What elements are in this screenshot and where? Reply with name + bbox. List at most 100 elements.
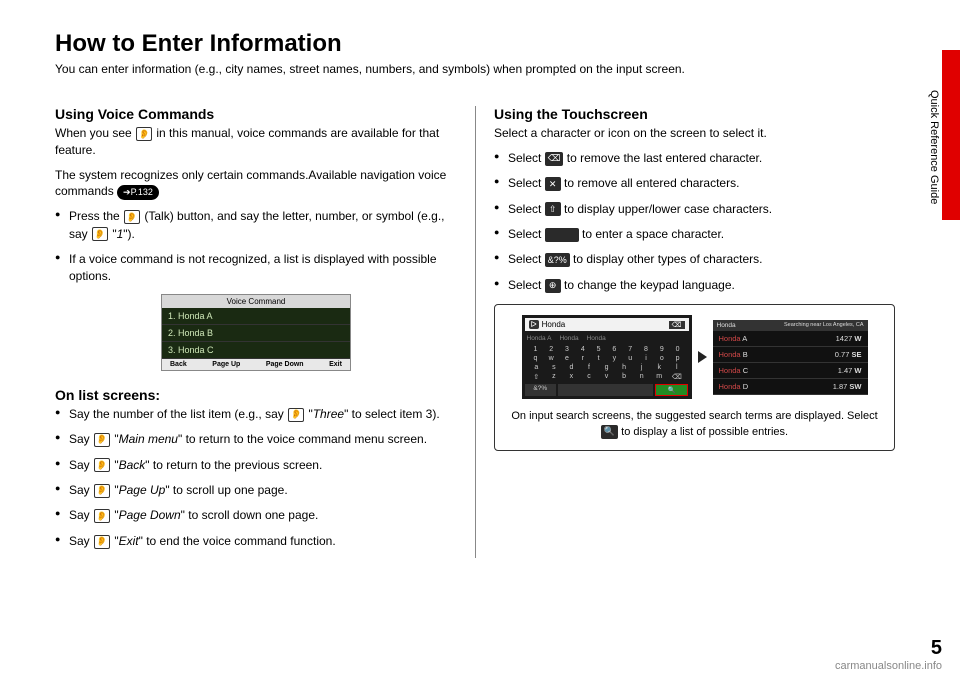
touchscreen-figure: ᐅHonda⌫ Honda AHondaHonda 1234567890 qwe… — [494, 304, 895, 451]
results-header: HondaSearching near Los Angeles, CA — [713, 320, 868, 331]
list-bullet: Say the number of the list item (e.g., s… — [55, 406, 457, 423]
touch-bullet: Select ✕ to remove all entered character… — [494, 175, 895, 192]
kb-sym-btn: &?% — [525, 384, 557, 396]
text: to display upper/lower case characters. — [561, 202, 772, 216]
voice-cmd: Page Up — [119, 483, 166, 497]
right-column: Using the Touchscreen Select a character… — [475, 106, 895, 558]
vc-footer: Back Page Up Page Down Exit — [162, 359, 350, 370]
page-number: 5 — [835, 637, 942, 660]
voice-bullet-1: Press the 👂 (Talk) button, and say the l… — [55, 208, 457, 243]
page-content: How to Enter Information You can enter i… — [0, 0, 960, 678]
text: " — [109, 227, 117, 241]
touch-bullet: Select to enter a space character. — [494, 226, 895, 243]
globe-icon: ⊕ — [545, 279, 561, 293]
talk-icon: 👂 — [94, 535, 110, 549]
voice-cmd: Exit — [119, 534, 139, 548]
text: Say — [69, 508, 93, 522]
voice-cmd: Page Down — [119, 508, 181, 522]
voice-heading: Using Voice Commands — [55, 106, 457, 122]
voice-cmd: Main menu — [119, 432, 178, 446]
text: " to end the voice command function. — [139, 534, 336, 548]
vc-foot-btn: Exit — [329, 361, 342, 368]
touch-bullet: Select ⊕ to change the keypad language. — [494, 277, 895, 294]
kb-row: qwertyuiop — [525, 354, 689, 363]
page-intro: You can enter information (e.g., city na… — [55, 62, 910, 76]
search-icon: 🔍 — [601, 425, 618, 439]
page-ref-text: P.132 — [131, 186, 153, 199]
touch-bullet: Select ⌫ to remove the last entered char… — [494, 150, 895, 167]
kb-space-btn — [558, 384, 653, 396]
page-ref-pill: ➔P.132 — [117, 185, 159, 200]
list-bullet: Say 👂 "Page Down" to scroll down one pag… — [55, 507, 457, 524]
results-screenshot: HondaSearching near Los Angeles, CA Hond… — [713, 320, 868, 395]
talk-icon: 👂 — [136, 127, 152, 141]
text: to display a list of possible entries. — [618, 426, 788, 438]
voice-p1: When you see 👂 in this manual, voice com… — [55, 125, 457, 159]
text: On input search screens, the suggested s… — [511, 410, 877, 422]
arrow-icon — [698, 351, 707, 363]
talk-icon: 👂 — [94, 433, 110, 447]
text: Say — [69, 432, 93, 446]
text: Select — [508, 202, 545, 216]
clear-icon: ⌫ — [669, 321, 685, 329]
results-row: Honda C1.47 W — [713, 363, 868, 379]
text: to remove the last entered character. — [563, 151, 762, 165]
voice-bullet-2: If a voice command is not recognized, a … — [55, 251, 457, 286]
text: Say — [69, 458, 93, 472]
kb-query: Honda — [542, 320, 566, 329]
list-bullet: Say 👂 "Exit" to end the voice command fu… — [55, 533, 457, 550]
vc-row: 1. Honda A — [162, 308, 350, 325]
text: to change the keypad language. — [561, 278, 735, 292]
vc-row: 2. Honda B — [162, 325, 350, 342]
text: Say — [69, 483, 93, 497]
touch-p1: Select a character or icon on the screen… — [494, 125, 895, 142]
vc-row: 3. Honda C — [162, 342, 350, 359]
kb-sugg-item: Honda — [587, 335, 606, 342]
list-bullet: Say 👂 "Main menu" to return to the voice… — [55, 431, 457, 448]
text: " to select item 3). — [344, 407, 440, 421]
text: " to scroll down one page. — [181, 508, 319, 522]
talk-icon: 👂 — [94, 458, 110, 472]
kb-row: 1234567890 — [525, 345, 689, 354]
talk-icon: 👂 — [124, 210, 140, 224]
vc-foot-btn: Page Down — [266, 361, 304, 368]
list-heading: On list screens: — [55, 387, 457, 403]
text: "). — [123, 227, 135, 241]
left-column: Using Voice Commands When you see 👂 in t… — [55, 106, 475, 558]
results-row: Honda D1.87 SW — [713, 379, 868, 395]
kb-search-bar: ᐅHonda⌫ — [525, 318, 689, 331]
figure-caption: On input search screens, the suggested s… — [511, 409, 878, 440]
talk-icon: 👂 — [288, 408, 304, 422]
keyboard-screenshot: ᐅHonda⌫ Honda AHondaHonda 1234567890 qwe… — [522, 315, 692, 399]
text: Press the — [69, 209, 123, 223]
text: " to return to the previous screen. — [145, 458, 322, 472]
text: to enter a space character. — [579, 227, 724, 241]
kb-suggestions: Honda AHondaHonda — [525, 334, 689, 345]
talk-icon: 👂 — [92, 227, 108, 241]
symbols-icon: &?% — [545, 253, 570, 267]
text: When you see — [55, 126, 135, 140]
shift-icon: ⇧ — [545, 202, 561, 216]
list-bullet: Say 👂 "Back" to return to the previous s… — [55, 457, 457, 474]
text: " to scroll up one page. — [165, 483, 287, 497]
kb-sugg-item: Honda A — [527, 335, 552, 342]
kb-bottom-row: &?%🔍 — [525, 384, 689, 396]
text: " to return to the voice command menu sc… — [178, 432, 427, 446]
results-row: Honda B0.77 SE — [713, 347, 868, 363]
text: Say the number of the list item (e.g., s… — [69, 407, 287, 421]
space-icon — [545, 228, 579, 242]
touch-bullet: Select &?% to display other types of cha… — [494, 251, 895, 268]
voice-cmd: Back — [119, 458, 146, 472]
touch-bullet: Select ⇧ to display upper/lower case cha… — [494, 201, 895, 218]
results-row: Honda A1427 W — [713, 331, 868, 347]
text: Select — [508, 252, 545, 266]
page-title: How to Enter Information — [55, 30, 910, 58]
clear-icon: ✕ — [545, 177, 561, 191]
watermark: carmanualsonline.info — [835, 660, 942, 672]
text: Select — [508, 227, 545, 241]
page-footer: 5 carmanualsonline.info — [835, 637, 942, 672]
list-bullet: Say 👂 "Page Up" to scroll up one page. — [55, 482, 457, 499]
touch-heading: Using the Touchscreen — [494, 106, 895, 122]
voice-command-screenshot: Voice Command 1. Honda A 2. Honda B 3. H… — [161, 294, 351, 371]
text: to remove all entered characters. — [561, 176, 740, 190]
